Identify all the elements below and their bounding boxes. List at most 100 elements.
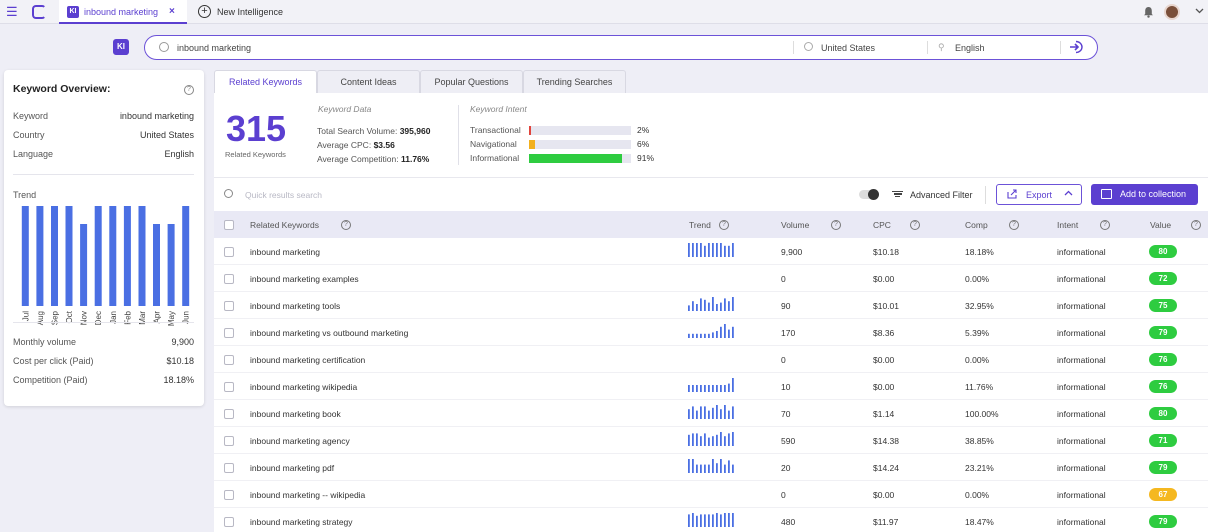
table-row[interactable]: inbound marketing book 70 $1.14 100.00% info… xyxy=(214,400,1208,427)
tab-related-keywords[interactable]: Related Keywords xyxy=(214,70,317,94)
trend-sparkline xyxy=(688,351,736,365)
header-related-keywords[interactable]: Related Keywords xyxy=(250,220,319,230)
menu-icon[interactable]: ☰ xyxy=(6,5,18,18)
row-checkbox[interactable] xyxy=(224,436,234,446)
chevron-down-icon[interactable] xyxy=(1195,6,1204,17)
table-row[interactable]: inbound marketing examples 0 $0.00 0.00% inf… xyxy=(214,265,1208,292)
toggle-icon[interactable] xyxy=(859,189,879,200)
help-icon[interactable]: ? xyxy=(341,220,351,230)
avatar[interactable] xyxy=(1164,4,1180,20)
keyword-cell[interactable]: inbound marketing xyxy=(250,247,320,257)
quick-search-input[interactable]: Quick results search xyxy=(245,190,322,200)
app-logo-icon[interactable] xyxy=(32,5,46,19)
sparkline-bar xyxy=(712,385,714,392)
sparkline-bar xyxy=(720,514,722,527)
trend-month-label: Sep xyxy=(51,310,60,325)
help-icon[interactable]: ? xyxy=(1191,220,1201,230)
browser-tab-inbound-marketing[interactable]: KI inbound marketing × xyxy=(59,0,187,24)
keyword-search-bar[interactable]: inbound marketing United States ⚲ Englis… xyxy=(144,35,1098,60)
header-volume[interactable]: Volume xyxy=(781,220,809,230)
keyword-cell[interactable]: inbound marketing strategy xyxy=(250,517,353,527)
bell-icon[interactable] xyxy=(1143,6,1154,18)
table-row[interactable]: inbound marketing certification 0 $0.00 0.0… xyxy=(214,346,1208,373)
tab-content-ideas[interactable]: Content Ideas xyxy=(317,70,420,93)
row-checkbox[interactable] xyxy=(224,382,234,392)
search-input[interactable]: inbound marketing xyxy=(177,43,251,53)
sparkline-bar xyxy=(720,459,722,473)
keyword-cell[interactable]: inbound marketing pdf xyxy=(250,463,334,473)
intent-percent: 2% xyxy=(637,125,650,135)
divider xyxy=(13,174,194,175)
table-row[interactable]: inbound marketing wikipedia 10 $0.00 11.76%… xyxy=(214,373,1208,400)
trend-bar xyxy=(153,224,160,306)
keyword-cell[interactable]: inbound marketing certification xyxy=(250,355,365,365)
help-icon[interactable]: ? xyxy=(184,85,194,95)
sparkline-bar xyxy=(728,460,730,473)
select-all-checkbox[interactable] xyxy=(224,220,234,230)
sparkline-bar xyxy=(720,385,722,392)
sparkline-bar xyxy=(716,385,718,392)
table-row[interactable]: inbound marketing tools 90 $10.01 32.95% inf… xyxy=(214,292,1208,319)
table-row[interactable]: inbound marketing vs outbound marketing 1… xyxy=(214,319,1208,346)
divider xyxy=(1060,41,1061,54)
help-icon[interactable]: ? xyxy=(910,220,920,230)
close-icon[interactable]: × xyxy=(169,6,175,17)
tab-trending-searches[interactable]: Trending Searches xyxy=(523,70,626,93)
keyword-data-row: Average Competition: 11.76% xyxy=(317,154,429,164)
row-checkbox[interactable] xyxy=(224,463,234,473)
header-comp[interactable]: Comp xyxy=(965,220,988,230)
country-select[interactable]: United States xyxy=(821,43,875,53)
header-intent[interactable]: Intent xyxy=(1057,220,1078,230)
table-row[interactable]: inbound marketing pdf 20 $14.24 23.21% infor… xyxy=(214,454,1208,481)
intent-label: Informational xyxy=(470,153,520,163)
export-button[interactable]: Export xyxy=(996,184,1082,205)
sparkline-bar xyxy=(700,385,702,392)
row-checkbox[interactable] xyxy=(224,247,234,257)
row-checkbox[interactable] xyxy=(224,355,234,365)
language-select[interactable]: English xyxy=(955,43,985,53)
arrow-right-circle-icon[interactable] xyxy=(1067,39,1084,55)
comp-cell: 0.00% xyxy=(965,490,990,500)
intent-bar-fill xyxy=(529,126,532,135)
header-trend[interactable]: Trend xyxy=(689,220,711,230)
help-icon[interactable]: ? xyxy=(1009,220,1019,230)
header-value[interactable]: Value xyxy=(1150,220,1171,230)
row-checkbox[interactable] xyxy=(224,490,234,500)
sparkline-bar xyxy=(720,409,722,419)
header-cpc[interactable]: CPC xyxy=(873,220,891,230)
keyword-cell[interactable]: inbound marketing tools xyxy=(250,301,340,311)
stat-row: Monthly volume 9,900 xyxy=(13,337,194,349)
help-icon[interactable]: ? xyxy=(1100,220,1110,230)
sparkline-bar xyxy=(696,464,698,473)
keyword-cell[interactable]: inbound marketing wikipedia xyxy=(250,382,357,392)
sparkline-bar xyxy=(724,324,726,338)
keyword-cell[interactable]: inbound marketing -- wikipedia xyxy=(250,490,365,500)
row-checkbox[interactable] xyxy=(224,409,234,419)
table-row[interactable]: inbound marketing 9,900 $10.18 18.18% inform… xyxy=(214,238,1208,265)
filter-icon[interactable] xyxy=(892,189,903,199)
advanced-filter-button[interactable]: Advanced Filter xyxy=(910,190,973,200)
add-to-collection-button[interactable]: Add to collection xyxy=(1091,184,1198,205)
keyword-cell[interactable]: inbound marketing vs outbound marketing xyxy=(250,328,408,338)
value-badge: 79 xyxy=(1149,515,1177,528)
table-row[interactable]: inbound marketing -- wikipedia 0 $0.00 0.00… xyxy=(214,481,1208,508)
row-checkbox[interactable] xyxy=(224,274,234,284)
sparkline-bar xyxy=(708,302,710,311)
sparkline-bar xyxy=(692,243,694,257)
row-checkbox[interactable] xyxy=(224,301,234,311)
help-icon[interactable]: ? xyxy=(831,220,841,230)
intent-cell: informational xyxy=(1057,247,1106,257)
keyword-cell[interactable]: inbound marketing agency xyxy=(250,436,350,446)
help-icon[interactable]: ? xyxy=(719,220,729,230)
row-checkbox[interactable] xyxy=(224,328,234,338)
volume-cell: 480 xyxy=(781,517,796,527)
sparkline-bar xyxy=(696,243,698,257)
top-bar: ☰ KI inbound marketing × + New Intellige… xyxy=(0,0,1208,24)
tab-popular-questions[interactable]: Popular Questions xyxy=(420,70,523,93)
table-row[interactable]: inbound marketing agency 590 $14.38 38.85% i… xyxy=(214,427,1208,454)
sparkline-bar xyxy=(700,464,702,473)
row-checkbox[interactable] xyxy=(224,517,234,527)
keyword-cell[interactable]: inbound marketing book xyxy=(250,409,341,419)
table-row[interactable]: inbound marketing strategy 480 $11.97 18.47… xyxy=(214,508,1208,532)
keyword-cell[interactable]: inbound marketing examples xyxy=(250,274,359,284)
